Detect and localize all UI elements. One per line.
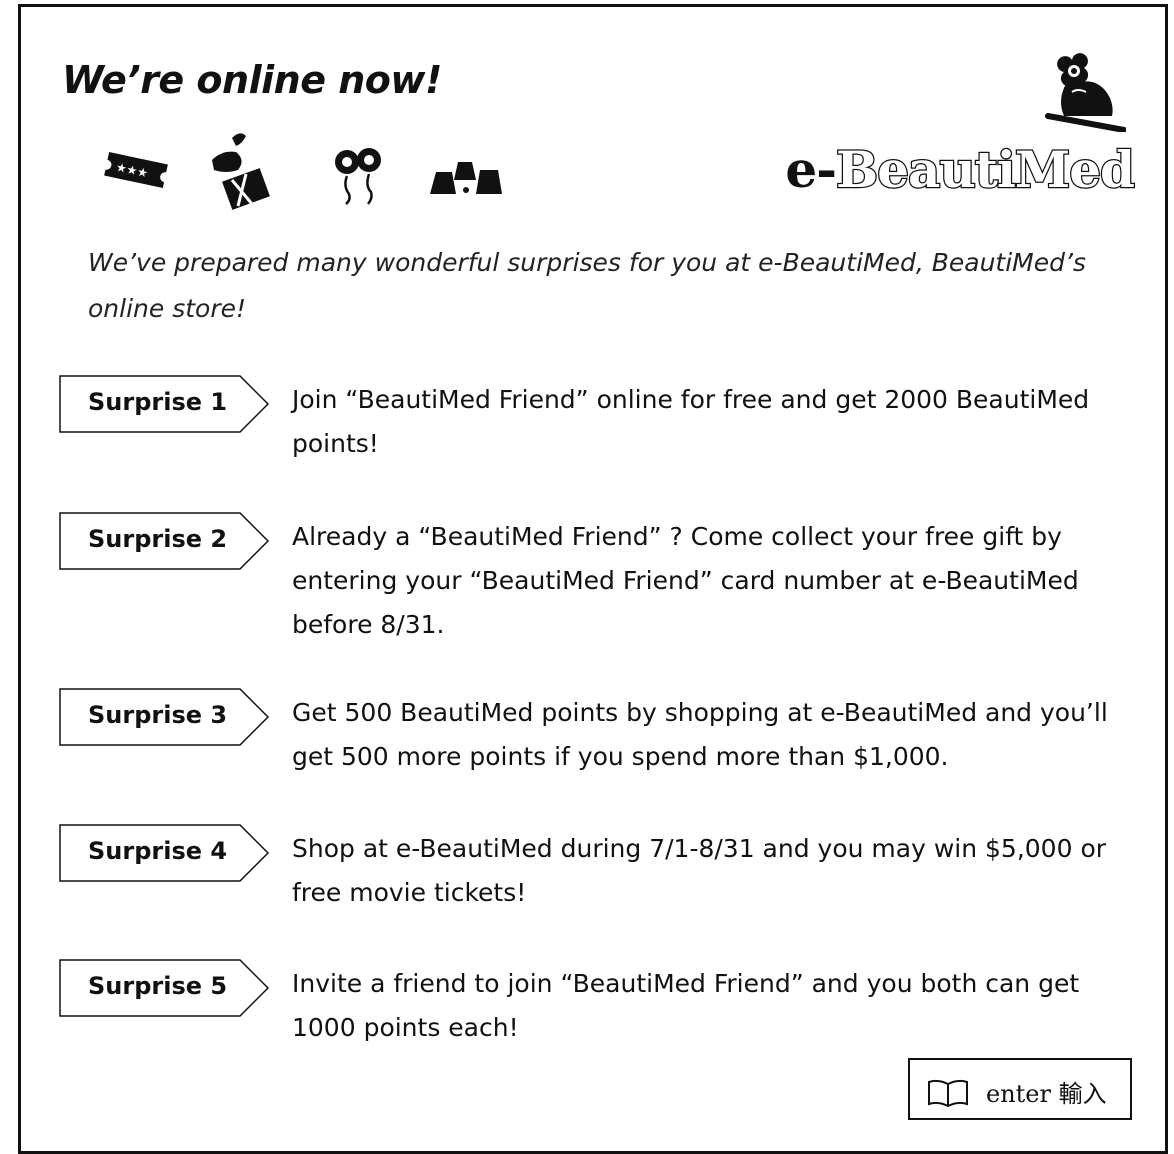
surprise-description: Get 500 BeautiMed points by shopping at … bbox=[292, 698, 1108, 771]
surprise-tag: Surprise 3 bbox=[58, 687, 272, 747]
surprise-label: Surprise 4 bbox=[88, 837, 228, 865]
ticket-icon: ★★★ bbox=[104, 152, 168, 188]
blocks-icon bbox=[430, 162, 502, 194]
surprise-label: Surprise 5 bbox=[88, 972, 228, 1000]
page-title: We’re online now! bbox=[62, 58, 442, 102]
surprise-tag: Surprise 5 bbox=[58, 958, 272, 1018]
brand-prefix: e- bbox=[785, 140, 837, 199]
enter-button[interactable]: enter 輸入 bbox=[908, 1058, 1132, 1120]
surprise-tag: Surprise 4 bbox=[58, 823, 272, 883]
flower-balloons-icon bbox=[335, 148, 381, 205]
decorative-icons: ★★★ bbox=[100, 130, 520, 210]
intro-text: We’ve prepared many wonderful surprises … bbox=[88, 248, 1086, 323]
brand-name: e-BeautiMed bbox=[785, 139, 1137, 201]
surprise-description: Shop at e-BeautiMed during 7/1-8/31 and … bbox=[292, 834, 1107, 907]
surprise-label: Surprise 3 bbox=[88, 701, 228, 729]
flower-figure-icon bbox=[1045, 53, 1126, 132]
book-icon bbox=[928, 1079, 968, 1108]
brand-logo: e-BeautiMed bbox=[785, 52, 1136, 202]
enter-button-label: enter 輸入 bbox=[986, 1080, 1107, 1108]
surprise-label: Surprise 1 bbox=[88, 388, 228, 416]
surprise-description: Already a “BeautiMed Friend” ? Come coll… bbox=[292, 522, 1079, 639]
surprise-description: Invite a friend to join “BeautiMed Frien… bbox=[292, 969, 1080, 1042]
surprise-label: Surprise 2 bbox=[88, 525, 228, 553]
surprise-tag: Surprise 2 bbox=[58, 511, 272, 571]
brand-wordmark: BeautiMed bbox=[835, 139, 1137, 201]
gift-box-icon bbox=[212, 133, 270, 210]
surprise-description: Join “BeautiMed Friend” online for free … bbox=[292, 385, 1090, 458]
surprise-tag: Surprise 1 bbox=[58, 374, 272, 434]
